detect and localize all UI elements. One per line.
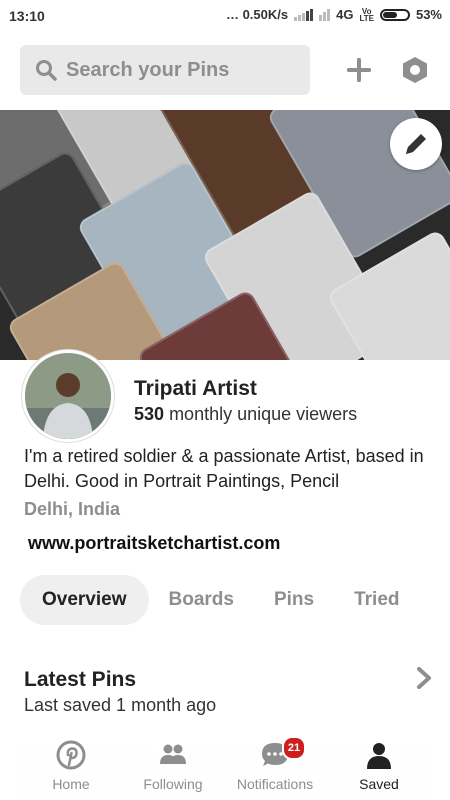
search-placeholder: Search your Pins [66, 58, 230, 81]
profile-tabs: Overview Boards Pins Tried [20, 575, 400, 625]
monthly-viewers: 530 monthly unique viewers [134, 404, 357, 425]
network-speed: … 0.50K/s [225, 7, 289, 22]
latest-pins-subtitle: Last saved 1 month ago [24, 695, 217, 715]
person-icon [367, 743, 391, 769]
tab-pins[interactable]: Pins [274, 575, 314, 625]
status-indicators: … 0.50K/s 4G Vo LTE 53% [226, 7, 442, 22]
people-icon [160, 744, 186, 764]
avatar-image [25, 353, 111, 439]
tab-boards[interactable]: Boards [169, 575, 234, 625]
profile-location: Delhi, India [24, 499, 121, 519]
pinterest-logo-icon [56, 740, 86, 770]
search-input[interactable]: Search your Pins [20, 45, 310, 95]
nav-saved[interactable]: Saved [334, 736, 424, 800]
status-time: 13:10 [9, 8, 45, 24]
nav-notifications[interactable]: 21 Notifications [230, 736, 320, 800]
cover-collage [0, 110, 450, 360]
plus-icon[interactable] [344, 55, 374, 85]
viewers-count: 530 [134, 404, 165, 424]
chevron-right-icon[interactable] [414, 666, 434, 690]
search-icon [36, 60, 57, 81]
profile-bio: I'm a retired soldier & a passionate Art… [24, 446, 424, 491]
signal-icon-2 [319, 8, 331, 21]
battery-icon [379, 8, 410, 21]
bottom-nav: Home Following 21 Notifications Saved [0, 736, 450, 800]
viewers-label: monthly unique viewers [169, 404, 358, 424]
signal-icon [294, 8, 314, 21]
notification-badge: 21 [282, 736, 306, 760]
nav-following-label: Following [143, 776, 203, 792]
nav-home[interactable]: Home [26, 736, 116, 800]
latest-pins-title[interactable]: Latest Pins [24, 668, 136, 692]
edit-profile-button[interactable] [390, 118, 442, 170]
profile-name: Tripati Artist [134, 377, 257, 400]
nav-notifications-label: Notifications [236, 776, 314, 792]
hexagon-settings-icon[interactable] [400, 55, 430, 85]
tab-overview[interactable]: Overview [20, 575, 149, 625]
avatar[interactable] [22, 350, 114, 442]
pencil-icon [406, 134, 426, 154]
volte-icon: Vo LTE [359, 6, 374, 23]
status-bar: 13:10 … 0.50K/s 4G Vo LTE 53% [0, 0, 450, 34]
nav-saved-label: Saved [359, 776, 399, 792]
profile-website-link[interactable]: www.portraitsketchartist.com [28, 533, 280, 554]
network-type: 4G [336, 7, 354, 22]
tab-tried[interactable]: Tried [354, 575, 399, 625]
nav-home-label: Home [52, 776, 90, 792]
battery-percent: 53% [415, 7, 442, 22]
nav-following[interactable]: Following [128, 736, 218, 800]
